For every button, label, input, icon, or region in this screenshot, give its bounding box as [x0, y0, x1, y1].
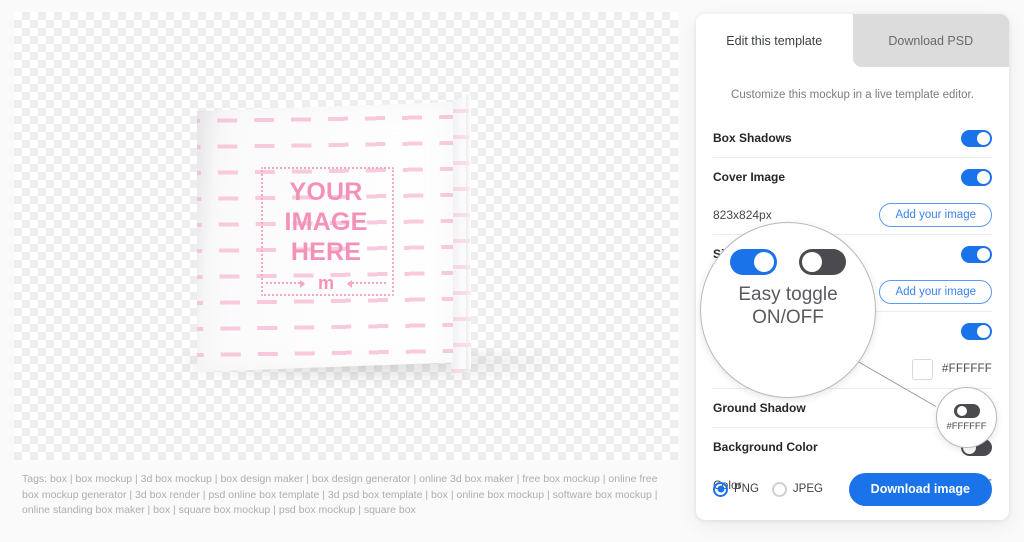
placeholder-line-2: IMAGE [284, 208, 368, 236]
box-mockup: YOUR IMAGE HERE m [14, 12, 678, 460]
color-swatch-obscured[interactable] [912, 358, 934, 380]
callout-toggle-on [730, 249, 777, 275]
callout-caption-line-2: ON/OFF [752, 307, 824, 328]
placeholder-line-3: HERE [290, 238, 362, 266]
mockup-canvas[interactable]: YOUR IMAGE HERE m [14, 12, 678, 460]
placeholder-text: YOUR IMAGE HERE [257, 177, 395, 267]
app-root: YOUR IMAGE HERE m Tags: box | box mockup… [0, 0, 1024, 542]
placeholder-line-1: YOUR [289, 178, 363, 206]
color-group-obscured: #FFFFFF [912, 358, 992, 380]
row-box-shadows: Box Shadows [713, 119, 992, 157]
label-background-color: Background Color [713, 440, 818, 454]
callout-magnifier-toggle: Easy toggle ON/OFF [700, 222, 876, 398]
format-option-png[interactable]: PNG [713, 481, 759, 497]
tab-download-psd[interactable]: Download PSD [852, 14, 1009, 67]
format-radio-group: PNG JPEG [713, 481, 823, 497]
callout-caption: Easy toggle ON/OFF [738, 283, 837, 329]
radio-jpeg-icon[interactable] [771, 481, 787, 497]
tab-edit-this-template[interactable]: Edit this template [696, 14, 853, 67]
add-side-image-button[interactable]: Add your image [879, 280, 992, 304]
radio-png-label: PNG [734, 483, 759, 495]
panel-tabs: Edit this template Download PSD [696, 14, 1009, 67]
toggle-side-image[interactable] [961, 245, 992, 263]
label-cover-image: Cover Image [713, 170, 786, 184]
panel-subtitle: Customize this mockup in a live template… [731, 89, 974, 101]
callout-toggle-pair [730, 249, 846, 275]
radio-jpeg-label: JPEG [792, 483, 823, 495]
color-hex-obscured: #FFFFFF [942, 363, 992, 375]
row-cover-image: Cover Image [713, 157, 992, 196]
toggle-box-shadows[interactable] [961, 129, 992, 147]
box-depth-edge [466, 94, 470, 377]
toggle-obscured[interactable] [961, 322, 992, 340]
tags-text: Tags: box | box mockup | 3d box mockup |… [22, 473, 658, 516]
label-cover-image-size: 823x824px [713, 208, 772, 222]
callout-small-hex: #FFFFFF [946, 420, 987, 432]
format-option-jpeg[interactable]: JPEG [771, 481, 823, 497]
callout-magnifier-background-toggle: #FFFFFF [936, 387, 997, 448]
toggle-cover-image[interactable] [961, 168, 992, 186]
radio-png-icon[interactable] [713, 481, 728, 497]
placeholder-logo-icon: m [317, 273, 334, 293]
add-cover-image-button[interactable]: Add your image [879, 203, 992, 227]
label-box-shadows: Box Shadows [713, 131, 792, 145]
panel-footer: PNG JPEG Download image [696, 458, 1009, 520]
label-ground-shadow: Ground Shadow [713, 401, 806, 415]
callout-toggle-off [799, 249, 846, 275]
callout-small-toggle-off [953, 403, 980, 418]
callout-caption-line-1: Easy toggle [738, 284, 838, 305]
download-image-button[interactable]: Download image [848, 472, 992, 506]
